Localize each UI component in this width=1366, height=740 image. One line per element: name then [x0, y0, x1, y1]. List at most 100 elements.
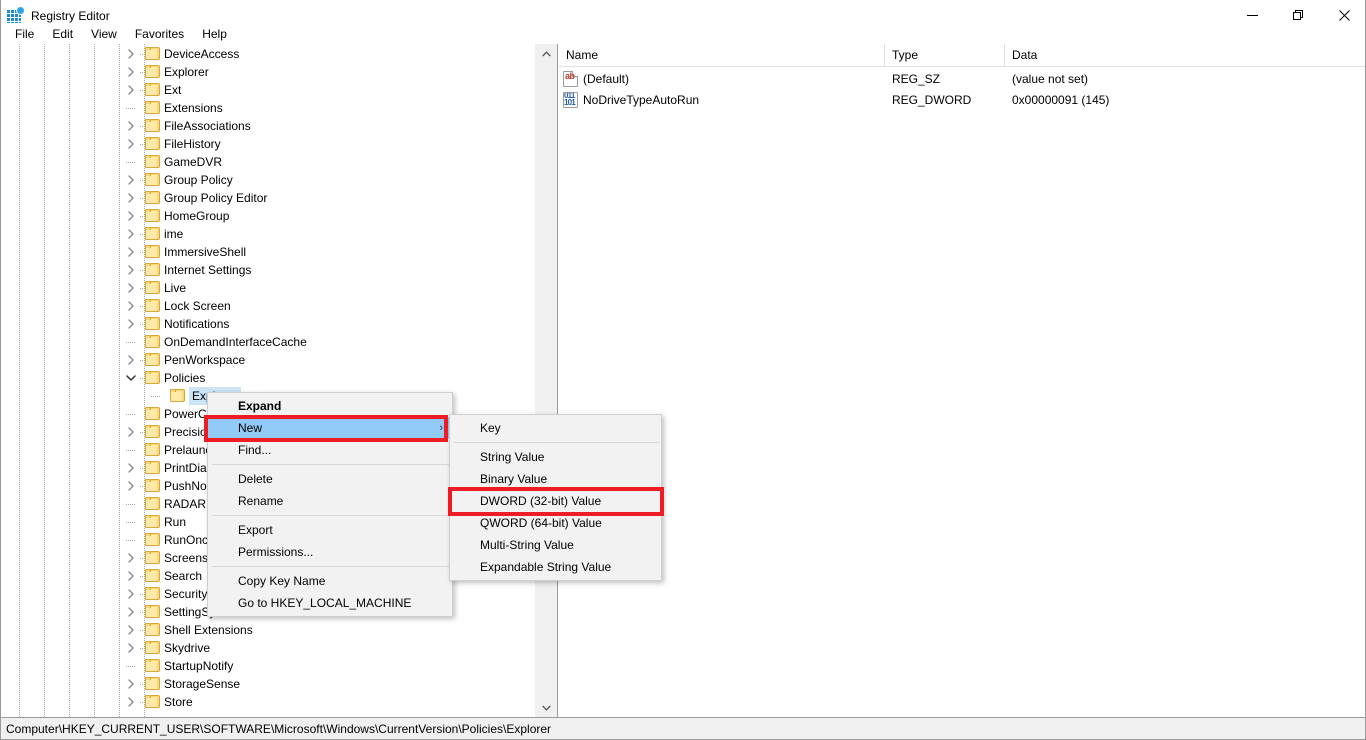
- scrollbar-thumb[interactable]: [535, 64, 557, 698]
- menu-item-copy-key-name[interactable]: Copy Key Name: [208, 570, 452, 592]
- tree-item[interactable]: FileAssociations: [1, 117, 535, 135]
- tree-item[interactable]: StartupNotify: [1, 657, 535, 675]
- chevron-right-icon[interactable]: [123, 622, 139, 638]
- chevron-right-icon[interactable]: [123, 676, 139, 692]
- menu-item-go-to-hkey-local-machine[interactable]: Go to HKEY_LOCAL_MACHINE: [208, 592, 452, 614]
- tree-item-label: Extensions: [164, 99, 223, 117]
- menu-favorites[interactable]: Favorites: [126, 25, 193, 44]
- menu-edit[interactable]: Edit: [43, 25, 82, 44]
- menu-help[interactable]: Help: [193, 25, 236, 44]
- menu-item-expandable-string-value[interactable]: Expandable String Value: [450, 556, 661, 578]
- chevron-right-icon[interactable]: [123, 64, 139, 80]
- tree-item[interactable]: ImmersiveShell: [1, 243, 535, 261]
- tree-item[interactable]: FileHistory: [1, 135, 535, 153]
- column-header-name[interactable]: Name: [559, 44, 885, 67]
- menu-item-key[interactable]: Key: [450, 417, 661, 439]
- tree-item[interactable]: OnDemandInterfaceCache: [1, 333, 535, 351]
- menu-item-rename[interactable]: Rename: [208, 490, 452, 512]
- chevron-right-icon[interactable]: [123, 46, 139, 62]
- menu-item-permissions[interactable]: Permissions...: [208, 541, 452, 563]
- menu-separator: [454, 442, 659, 443]
- column-header-data[interactable]: Data: [1005, 44, 1366, 67]
- chevron-right-icon[interactable]: [123, 82, 139, 98]
- chevron-right-icon[interactable]: [123, 460, 139, 476]
- chevron-down-icon[interactable]: [123, 370, 139, 386]
- folder-icon: [145, 335, 161, 349]
- chevron-right-icon[interactable]: [123, 298, 139, 314]
- tree-item[interactable]: Extensions: [1, 99, 535, 117]
- menu-item-expand[interactable]: Expand: [208, 395, 452, 417]
- tree-vertical-scrollbar[interactable]: [534, 44, 556, 718]
- menu-item-qword-64-bit-value[interactable]: QWORD (64-bit) Value: [450, 512, 661, 534]
- value-row[interactable]: (Default)REG_SZ(value not set): [559, 69, 1366, 89]
- menu-item-export[interactable]: Export: [208, 519, 452, 541]
- tree-item[interactable]: Notifications: [1, 315, 535, 333]
- menu-item-multi-string-value[interactable]: Multi-String Value: [450, 534, 661, 556]
- chevron-right-icon[interactable]: [123, 244, 139, 260]
- menu-item-binary-value[interactable]: Binary Value: [450, 468, 661, 490]
- new-submenu[interactable]: Key String Value Binary ValueDWORD (32-bit…: [449, 414, 662, 581]
- values-column-headers: NameTypeData: [559, 44, 1366, 67]
- tree-item[interactable]: Group Policy Editor: [1, 189, 535, 207]
- chevron-right-icon[interactable]: [123, 352, 139, 368]
- scroll-up-arrow[interactable]: [535, 44, 557, 64]
- chevron-right-icon[interactable]: [123, 550, 139, 566]
- chevron-right-icon[interactable]: [123, 190, 139, 206]
- tree-item[interactable]: Live: [1, 279, 535, 297]
- chevron-right-icon[interactable]: [123, 694, 139, 710]
- menu-file[interactable]: File: [6, 25, 43, 44]
- chevron-right-icon[interactable]: [123, 478, 139, 494]
- tree-item[interactable]: PenWorkspace: [1, 351, 535, 369]
- tree-item[interactable]: StorageSense: [1, 675, 535, 693]
- tree-item-label: StorageSense: [164, 675, 240, 693]
- tree-item[interactable]: Explorer: [1, 63, 535, 81]
- menu-separator: [212, 566, 450, 567]
- chevron-right-icon[interactable]: [123, 118, 139, 134]
- chevron-right-icon[interactable]: [123, 586, 139, 602]
- value-row[interactable]: NoDriveTypeAutoRunREG_DWORD0x00000091 (1…: [559, 90, 1366, 110]
- tree-item[interactable]: Lock Screen: [1, 297, 535, 315]
- tree-item[interactable]: Group Policy: [1, 171, 535, 189]
- column-header-type[interactable]: Type: [885, 44, 1005, 67]
- chevron-right-icon[interactable]: [123, 424, 139, 440]
- registry-key-context-menu[interactable]: ExpandNew›Find... DeleteRename ExportPermi…: [207, 392, 453, 617]
- chevron-right-icon[interactable]: [123, 568, 139, 584]
- chevron-right-icon[interactable]: [123, 640, 139, 656]
- chevron-right-icon[interactable]: [123, 316, 139, 332]
- menu-item-label: String Value: [480, 450, 544, 464]
- chevron-right-icon[interactable]: [123, 136, 139, 152]
- menu-item-dword-32-bit-value[interactable]: DWORD (32-bit) Value: [450, 490, 661, 512]
- tree-connector: [126, 450, 136, 451]
- chevron-right-icon[interactable]: [123, 280, 139, 296]
- menu-item-new[interactable]: New›: [208, 417, 452, 439]
- tree-item[interactable]: Policies: [1, 369, 535, 387]
- tree-item[interactable]: Internet Settings: [1, 261, 535, 279]
- tree-item-label: OnDemandInterfaceCache: [164, 333, 307, 351]
- menu-view[interactable]: View: [82, 25, 126, 44]
- menu-item-delete[interactable]: Delete: [208, 468, 452, 490]
- chevron-right-icon[interactable]: [123, 262, 139, 278]
- menu-item-find[interactable]: Find...: [208, 439, 452, 461]
- tree-item[interactable]: DeviceAccess: [1, 45, 535, 63]
- tree-connector: [126, 162, 136, 163]
- tree-item[interactable]: Shell Extensions: [1, 621, 535, 639]
- tree-item[interactable]: ime: [1, 225, 535, 243]
- folder-icon: [145, 281, 161, 295]
- tree-item[interactable]: HomeGroup: [1, 207, 535, 225]
- folder-icon: [145, 677, 161, 691]
- tree-item-label: Policies: [164, 369, 205, 387]
- menu-item-string-value[interactable]: String Value: [450, 446, 661, 468]
- tree-item[interactable]: GameDVR: [1, 153, 535, 171]
- tree-item-label: Run: [164, 513, 186, 531]
- chevron-right-icon[interactable]: [123, 172, 139, 188]
- status-bar-path: Computer\HKEY_CURRENT_USER\SOFTWARE\Micr…: [6, 722, 551, 736]
- chevron-right-icon[interactable]: [123, 226, 139, 242]
- chevron-right-icon[interactable]: [123, 604, 139, 620]
- chevron-right-icon[interactable]: [123, 208, 139, 224]
- tree-item[interactable]: Skydrive: [1, 639, 535, 657]
- tree-item-label: Shell Extensions: [164, 621, 253, 639]
- folder-icon: [145, 191, 161, 205]
- tree-item[interactable]: Store: [1, 693, 535, 711]
- tree-item[interactable]: Ext: [1, 81, 535, 99]
- scroll-down-arrow[interactable]: [535, 698, 557, 718]
